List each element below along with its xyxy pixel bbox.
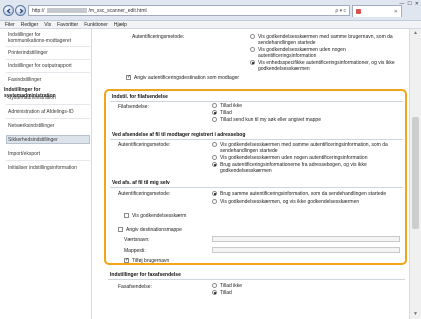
menu-rediger[interactable]: Rediger <box>21 22 39 28</box>
menu-bar: Filer Rediger Vis Favoritter Funktioner … <box>0 21 421 29</box>
section-divider <box>110 139 403 140</box>
sidebar-item-kommunikation[interactable]: Indstillinger for kommunikations-modtage… <box>8 32 90 44</box>
top-auth-radio-1[interactable] <box>250 34 255 39</box>
self-radio-2[interactable] <box>212 199 217 204</box>
sidebar-item-outputrapport[interactable]: Indstillinger for outputrapport <box>8 63 90 69</box>
tilfoej-brugernavn-label: Tilføj brugernavn <box>132 258 170 264</box>
angiv-destinationsmappe-checkbox[interactable] <box>118 227 123 232</box>
address-bar[interactable]: http:// /m_ssc_scanner_edit.html ρ ▾ c <box>28 5 350 16</box>
vaertsnavn-label: Værtsnavn: <box>124 237 150 243</box>
sidebar-item-label: kommunikations-modtageret <box>8 38 72 44</box>
scroll-up-icon[interactable]: ▲ <box>413 30 418 36</box>
sidebar-item-netvaerk[interactable]: Netværksindstillinger <box>8 123 90 129</box>
top-auth-option-1: Vis godkendelsesskærmen med samme bruger… <box>258 34 393 46</box>
settings-sidebar: Indstillinger for kommunikations-modtage… <box>0 29 92 319</box>
angiv-dest-checkbox[interactable] <box>126 74 131 80</box>
registered-option-2: Vis godkendelsesskærmen uden nogen auten… <box>220 155 368 161</box>
mappesti-label: Mappesti: <box>124 248 146 254</box>
menu-hjaelp[interactable]: Hjælp <box>114 22 127 28</box>
registered-radio-2[interactable] <box>212 155 217 160</box>
top-auth-radio-3[interactable] <box>250 60 255 65</box>
address-prefix: http:// <box>32 7 45 14</box>
sidebar-item-printer[interactable]: Printerindstillinger <box>8 50 90 56</box>
fax-option-2: Tillad <box>220 290 232 296</box>
sidebar-item-afdelings-id[interactable]: Administration af Afdelings-ID <box>8 109 90 115</box>
tab-favicon-icon <box>356 9 361 14</box>
section-divider <box>108 279 405 280</box>
tilfoej-brugernavn-checkbox[interactable] <box>124 257 129 263</box>
sidebar-divider <box>6 72 90 73</box>
minimize-button[interactable]: — <box>399 1 404 7</box>
self-option-2: Vis godkendelsesskærmen, og vis ikke god… <box>220 199 360 205</box>
mappesti-input[interactable] <box>212 247 400 253</box>
sidebar-item-systemadmin[interactable]: Systemadministration <box>8 95 90 101</box>
top-auth-option-2: Vis godkendelsesskærmen uden nogen auten… <box>258 47 346 59</box>
window-controls: — ☐ ✕ <box>399 1 419 7</box>
show-auth-checkbox[interactable] <box>124 213 129 218</box>
self-option-1: Brug samme autentificeringsinformation, … <box>220 191 387 197</box>
forward-button[interactable] <box>15 5 26 16</box>
sidebar-item-import-export[interactable]: Import/eksport <box>8 151 90 157</box>
filafsendelse-label: Filafsendelse: <box>118 104 149 110</box>
registered-auth-label: Autentificeringsmetode: <box>118 142 171 148</box>
top-auth-radio-2[interactable] <box>250 47 255 52</box>
show-auth-label: Vis godkendelsesskærm <box>132 213 187 219</box>
vertical-scrollbar[interactable]: ▲ ▼ <box>409 29 421 319</box>
filafsendelse-option-1: Tillad ikke <box>220 103 243 109</box>
filafsendelse-option-3: Tillad send kun til my søk eller angivet… <box>220 117 321 123</box>
sidebar-divider <box>6 46 90 47</box>
browser-titlebar: http:// /m_ssc_scanner_edit.html ρ ▾ c ✕… <box>0 0 421 21</box>
self-radio-1[interactable] <box>212 191 217 196</box>
menu-vis[interactable]: Vis <box>44 22 51 28</box>
address-redacted <box>46 8 87 13</box>
menu-funktioner[interactable]: Funktioner <box>84 22 108 28</box>
sidebar-item-fax[interactable]: Faxindstillinger <box>8 77 90 83</box>
registered-radio-1[interactable] <box>212 142 217 147</box>
browser-tab[interactable]: ✕ <box>352 5 402 17</box>
sidebar-divider <box>6 104 90 105</box>
fax-radio-1[interactable] <box>212 283 217 288</box>
registered-option-1: Vis godkendelsesskærmen med samme autent… <box>220 142 388 154</box>
registered-title: Ved afsendelse af fil til modtager regis… <box>112 132 246 138</box>
registered-radio-3[interactable] <box>212 162 217 167</box>
back-button[interactable] <box>3 5 14 16</box>
send-settings-title: Indstil. for filafsendelse <box>112 94 168 100</box>
filafsendelse-radio-1[interactable] <box>212 103 217 108</box>
filafsendelse-option-2: Tillad <box>220 110 232 116</box>
maximize-button[interactable]: ☐ <box>407 1 411 7</box>
filafsendelse-radio-2[interactable] <box>212 110 217 115</box>
angiv-destinationsmappe-label: Angiv destinationsmappe <box>126 227 182 233</box>
top-auth-option-3: Vis enhedsspecifikke autentificeringsinf… <box>258 60 395 72</box>
menu-filer[interactable]: Filer <box>5 22 15 28</box>
menu-favoritter[interactable]: Favoritter <box>57 22 78 28</box>
sidebar-item-initialiser[interactable]: Initialiser indstillingsinformation <box>8 165 90 171</box>
scroll-thumb[interactable] <box>412 117 419 229</box>
section-divider <box>110 101 403 102</box>
vaertsnavn-input[interactable] <box>212 236 400 242</box>
fax-option-1: Tillad ikke <box>220 283 243 289</box>
close-window-button[interactable]: ✕ <box>415 1 419 7</box>
sidebar-divider <box>6 59 90 60</box>
self-send-title: Ved afs. af fil til mig selv <box>112 180 170 186</box>
tab-close-icon[interactable]: ✕ <box>394 9 398 15</box>
sidebar-divider <box>6 160 90 161</box>
angiv-dest-label: Angiv autentificeringsdestination som mo… <box>134 75 240 81</box>
sidebar-divider <box>6 118 90 119</box>
self-auth-label: Autentificeringsmetode: <box>118 191 171 197</box>
address-suffix: /m_ssc_scanner_edit.html <box>88 7 147 14</box>
registered-option-3: Brug autentificeringsinformationerne fra… <box>220 162 367 174</box>
scroll-down-icon[interactable]: ▼ <box>413 311 418 317</box>
top-auth-label: Autentificeringsmetode: <box>132 34 185 40</box>
section-divider <box>110 187 403 188</box>
fax-send-label: Faxafsendelse: <box>118 284 152 290</box>
fax-send-title: Indstillinger for faxafsendelse <box>110 272 181 278</box>
filafsendelse-radio-3[interactable] <box>212 117 217 122</box>
address-controls[interactable]: ρ ▾ c <box>335 8 346 14</box>
fax-radio-2[interactable] <box>212 290 217 295</box>
sidebar-item-sikkerhed[interactable]: Sikkerhedsindstillinger <box>8 137 90 143</box>
